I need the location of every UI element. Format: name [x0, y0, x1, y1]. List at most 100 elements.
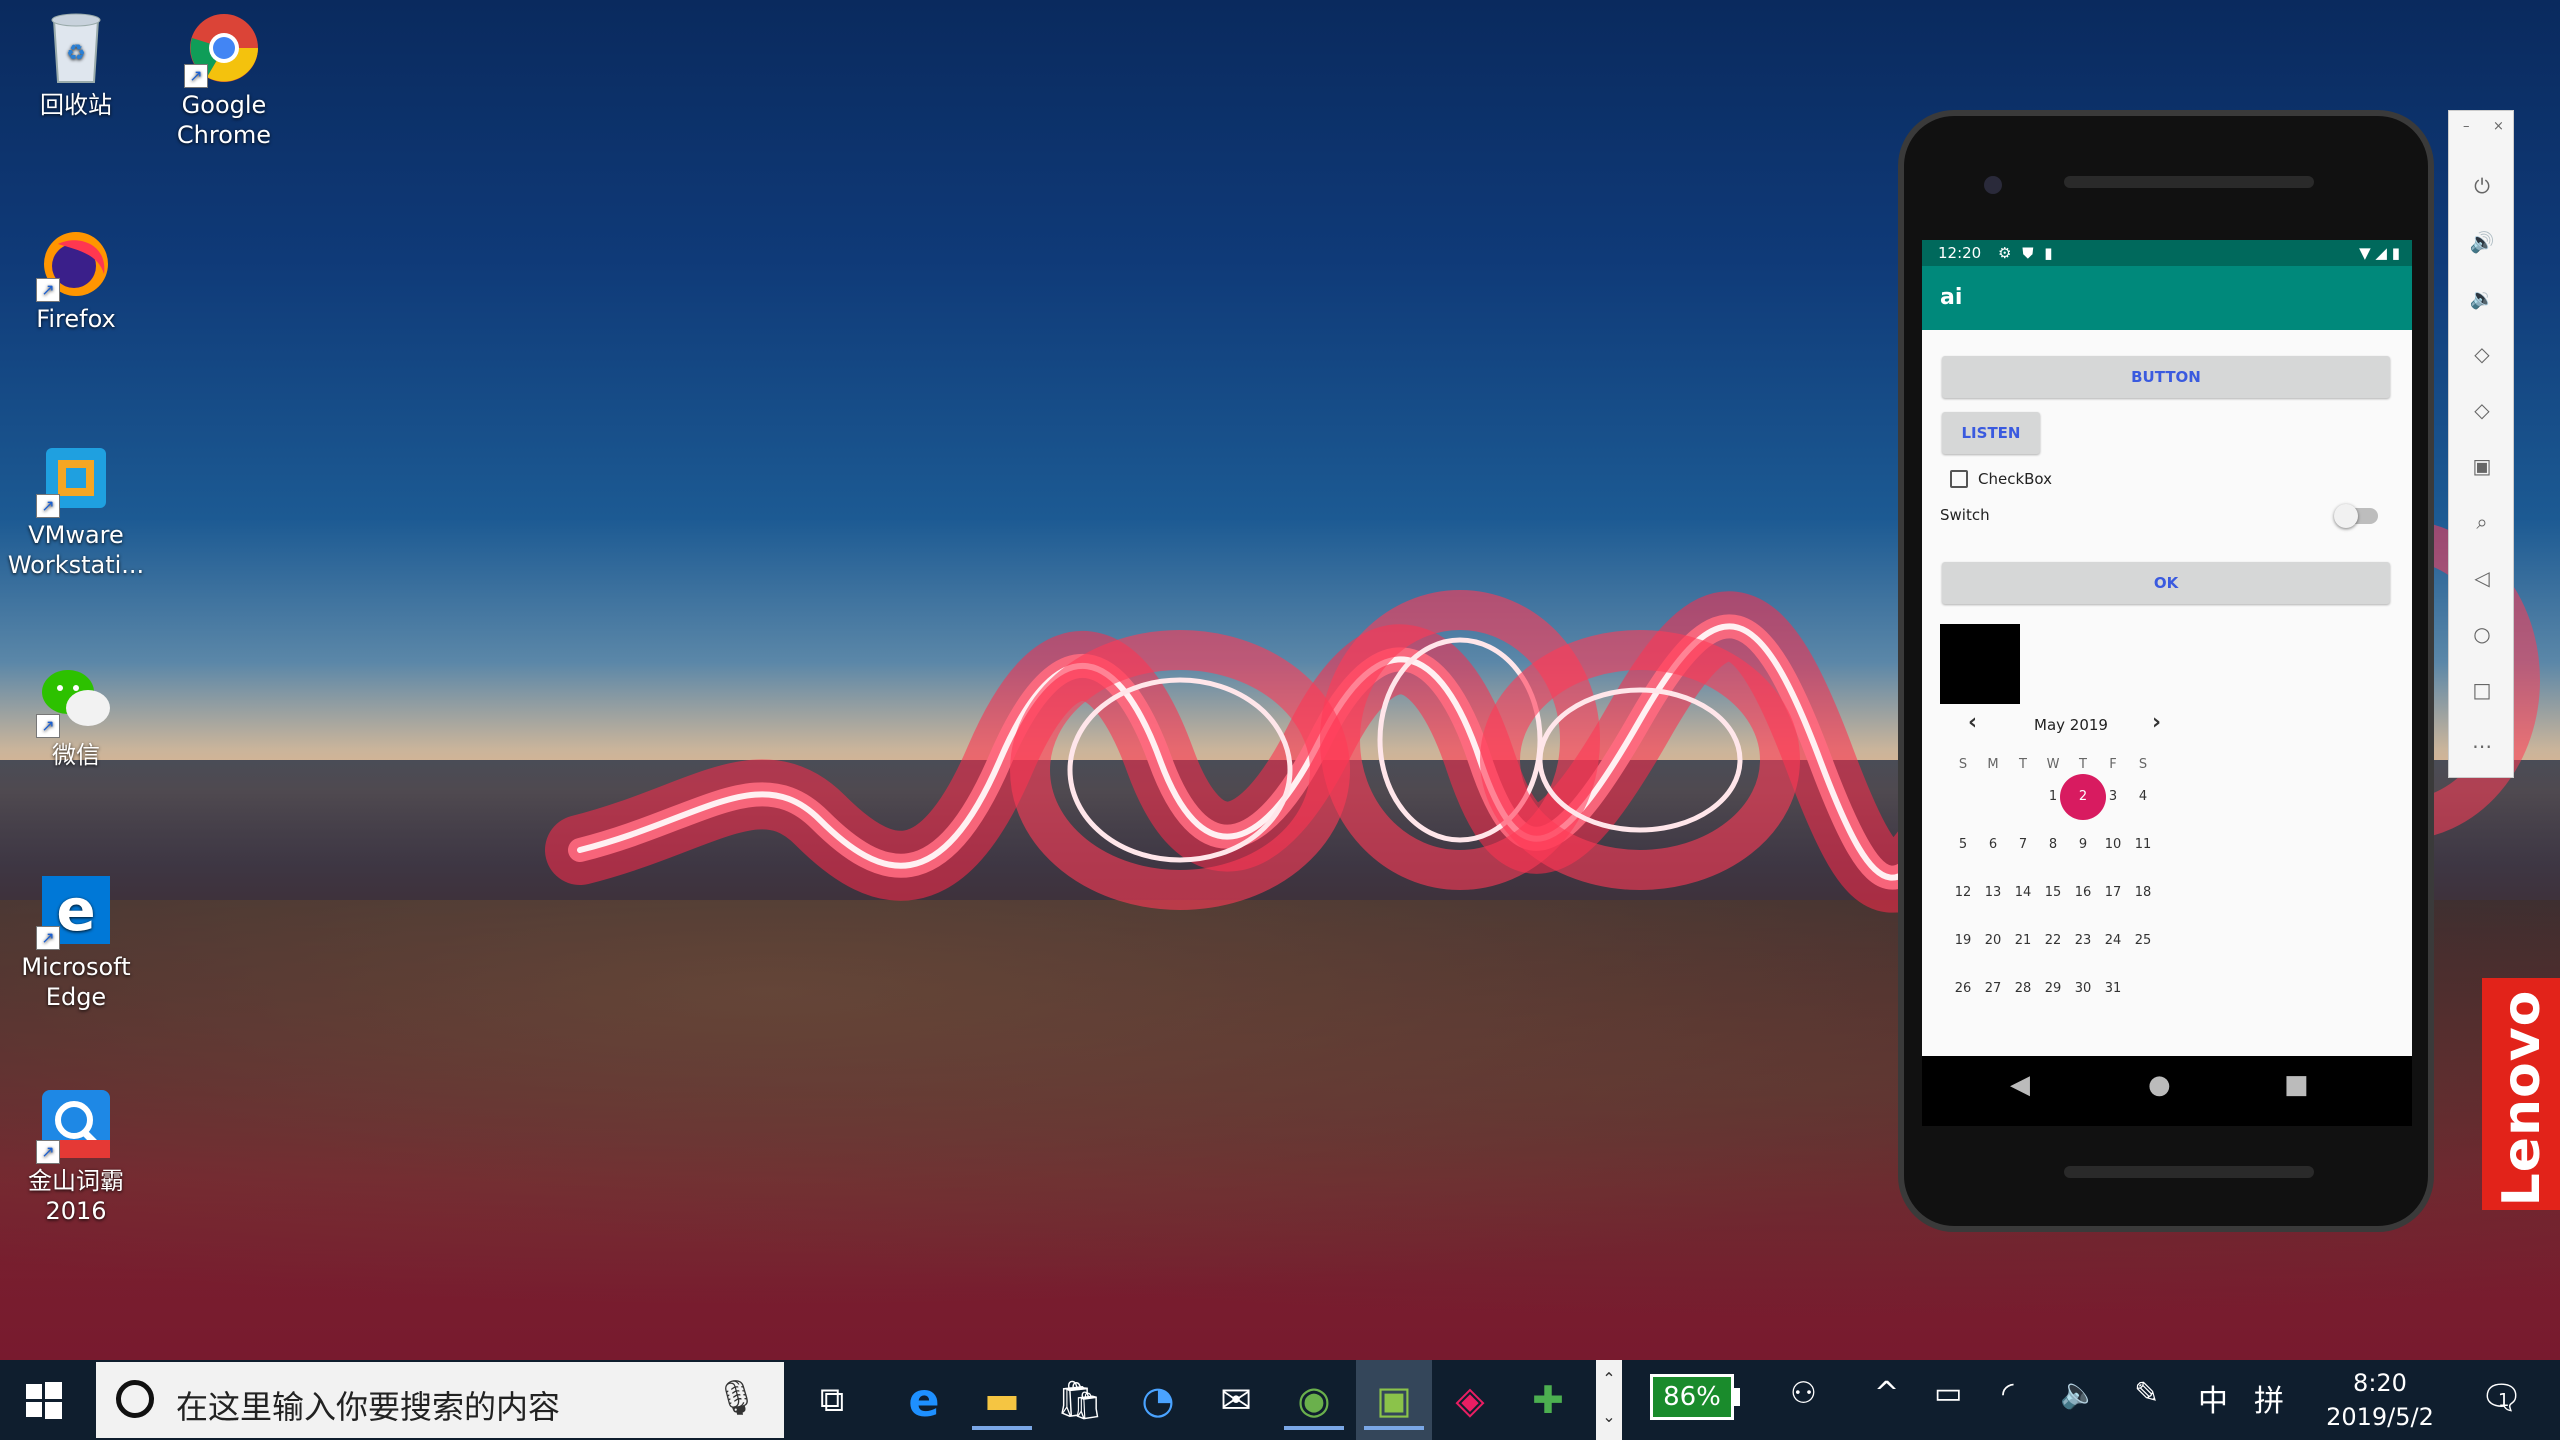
battery-indicator[interactable]: 86%	[1650, 1374, 1734, 1420]
volume-down-icon[interactable]: 🔉	[2467, 283, 2497, 313]
wechat-icon: ↗	[36, 660, 114, 738]
clock-time: 8:20	[2353, 1369, 2407, 1397]
nav-recents-icon[interactable]: ■	[2284, 1070, 2309, 1100]
taskbar-file-explorer-icon[interactable]: ▬	[972, 1370, 1032, 1430]
bottom-speaker	[2064, 1166, 2314, 1178]
calendar-day[interactable]: 3	[2098, 782, 2128, 812]
rotate-left-icon[interactable]: ◇	[2467, 339, 2497, 369]
clock-date: 2019/5/2	[2326, 1403, 2434, 1431]
taskbar-git-icon[interactable]: ◈	[1440, 1370, 1500, 1430]
calendar-day[interactable]: 22	[2038, 926, 2068, 956]
calendar-day[interactable]: 15	[2038, 878, 2068, 908]
microphone-icon[interactable]: 🎙	[715, 1378, 758, 1418]
minimize-icon[interactable]: –	[2463, 119, 2470, 134]
calendar-day[interactable]: 31	[2098, 974, 2128, 1004]
start-button[interactable]	[24, 1380, 64, 1420]
calendar-day[interactable]: 17	[2098, 878, 2128, 908]
calendar-day[interactable]: 28	[2008, 974, 2038, 1004]
taskbar-clock-app-icon[interactable]: ◔	[1128, 1370, 1188, 1430]
action-center-icon[interactable]: 🗨 1	[2480, 1378, 2523, 1418]
network-wifi-icon[interactable]: ◜	[2002, 1376, 2014, 1411]
nav-home-icon[interactable]: ●	[2148, 1070, 2171, 1100]
switch-thumb[interactable]	[2334, 504, 2358, 528]
taskbar-app-icon[interactable]: ✚	[1518, 1370, 1578, 1430]
task-view-icon[interactable]: ⧉	[802, 1370, 862, 1430]
zoom-icon[interactable]: ⌕	[2467, 507, 2497, 537]
desktop-icon-label: Microsoft Edge	[21, 953, 131, 1011]
calendar-day[interactable]: 13	[1978, 878, 2008, 908]
taskbar-android-studio-icon[interactable]: ◉	[1284, 1370, 1344, 1430]
calendar-day[interactable]: 6	[1978, 830, 2008, 860]
calendar-day[interactable]: 11	[2128, 830, 2158, 860]
taskbar-clock[interactable]: 8:20 2019/5/2	[2318, 1366, 2442, 1434]
desktop-icon-kingsoft-dictionary[interactable]: ↗ 金山词霸 2016	[6, 1086, 146, 1226]
overview-icon[interactable]: □	[2467, 675, 2497, 705]
calendar-day[interactable]: 30	[2068, 974, 2098, 1004]
calendar-day[interactable]: 18	[2128, 878, 2158, 908]
taskbar-scroll-arrows[interactable]: ⌃ ⌄	[1596, 1360, 1622, 1440]
desktop-icon-recycle-bin[interactable]: ♻ 回收站	[6, 10, 146, 120]
pen-icon[interactable]: ✎	[2134, 1376, 2159, 1411]
calendar-day[interactable]: 5	[1948, 830, 1978, 860]
rotate-right-icon[interactable]: ◇	[2467, 395, 2497, 425]
tray-battery-icon[interactable]: ▭	[1934, 1376, 1962, 1411]
calendar-day[interactable]: 27	[1978, 974, 2008, 1004]
calendar-day[interactable]: 29	[2038, 974, 2068, 1004]
checkbox[interactable]	[1950, 470, 1968, 488]
camera-icon[interactable]: ▣	[2467, 451, 2497, 481]
calendar-day[interactable]: 26	[1948, 974, 1978, 1004]
home-icon[interactable]: ○	[2467, 619, 2497, 649]
calendar-day[interactable]: 9	[2068, 830, 2098, 860]
taskbar-search-box[interactable]: 在这里输入你要搜索的内容 🎙	[96, 1362, 784, 1438]
nav-back-icon[interactable]: ◀	[2010, 1070, 2030, 1100]
desktop-icon-firefox[interactable]: ↗ Firefox	[6, 224, 146, 334]
calendar-prev-month-icon[interactable]: ‹	[1968, 710, 1977, 735]
show-hidden-icons-chevron-icon[interactable]: ^	[1874, 1376, 1899, 1411]
taskbar-store-icon[interactable]: 🛍	[1050, 1370, 1110, 1430]
calendar-day[interactable]: 7	[2008, 830, 2038, 860]
calendar-day[interactable]: 24	[2098, 926, 2128, 956]
wifi-icon: ▼	[2359, 244, 2371, 262]
desktop-icon-wechat[interactable]: ↗ 微信	[6, 660, 146, 770]
front-camera	[1984, 176, 2002, 194]
listen-button[interactable]: LISTEN	[1942, 412, 2040, 454]
calendar-day[interactable]: 8	[2038, 830, 2068, 860]
taskbar-emulator-icon[interactable]: ▣	[1364, 1370, 1424, 1430]
close-icon[interactable]: ×	[2493, 119, 2504, 134]
shortcut-arrow-icon: ↗	[36, 714, 60, 738]
desktop-icon-google-chrome[interactable]: ↗ Google Chrome	[154, 10, 294, 150]
calendar-day[interactable]: 23	[2068, 926, 2098, 956]
calendar-day[interactable]: 16	[2068, 878, 2098, 908]
ime-language[interactable]: 中	[2198, 1376, 2228, 1420]
more-icon[interactable]: ⋯	[2467, 731, 2497, 761]
calendar-weekday-header: T	[2019, 757, 2027, 772]
calendar-day[interactable]: 12	[1948, 878, 1978, 908]
calendar-next-month-icon[interactable]: ›	[2152, 710, 2161, 735]
calendar-weekday-header: S	[2138, 757, 2148, 772]
notification-count: 1	[2498, 1390, 2510, 1411]
shortcut-arrow-icon: ↗	[36, 494, 60, 518]
desktop-icon-microsoft-edge[interactable]: e ↗ Microsoft Edge	[6, 872, 146, 1012]
taskbar-edge-icon[interactable]: e	[894, 1370, 954, 1430]
ok-button[interactable]: OK	[1942, 562, 2390, 604]
calendar-day[interactable]: 25	[2128, 926, 2158, 956]
calendar-day[interactable]: 14	[2008, 878, 2038, 908]
calendar-day[interactable]: 4	[2128, 782, 2158, 812]
calendar-day[interactable]: 20	[1978, 926, 2008, 956]
ime-mode[interactable]: 拼	[2254, 1376, 2284, 1420]
taskbar-mail-icon[interactable]: ✉	[1206, 1370, 1266, 1430]
volume-up-icon[interactable]: 🔊	[2467, 227, 2497, 257]
phone-screen: 12:20 ⚙ ⛊ ▮ ▼ ◢ ▮ ai BUTTON LISTEN Check…	[1922, 240, 2412, 1056]
back-icon[interactable]: ◁	[2467, 563, 2497, 593]
calendar-day[interactable]: 19	[1948, 926, 1978, 956]
people-icon[interactable]: ⚇	[1790, 1376, 1817, 1411]
switch-label: Switch	[1940, 506, 1990, 524]
desktop-icon-vmware[interactable]: ↗ VMware Workstati...	[6, 440, 146, 580]
volume-icon[interactable]: 🔈	[2060, 1376, 2097, 1411]
power-icon[interactable]: ⏻	[2467, 171, 2497, 201]
calendar-day[interactable]: 10	[2098, 830, 2128, 860]
button-button[interactable]: BUTTON	[1942, 356, 2390, 398]
black-view	[1940, 624, 2020, 704]
firefox-icon: ↗	[36, 224, 114, 302]
calendar-day[interactable]: 21	[2008, 926, 2038, 956]
